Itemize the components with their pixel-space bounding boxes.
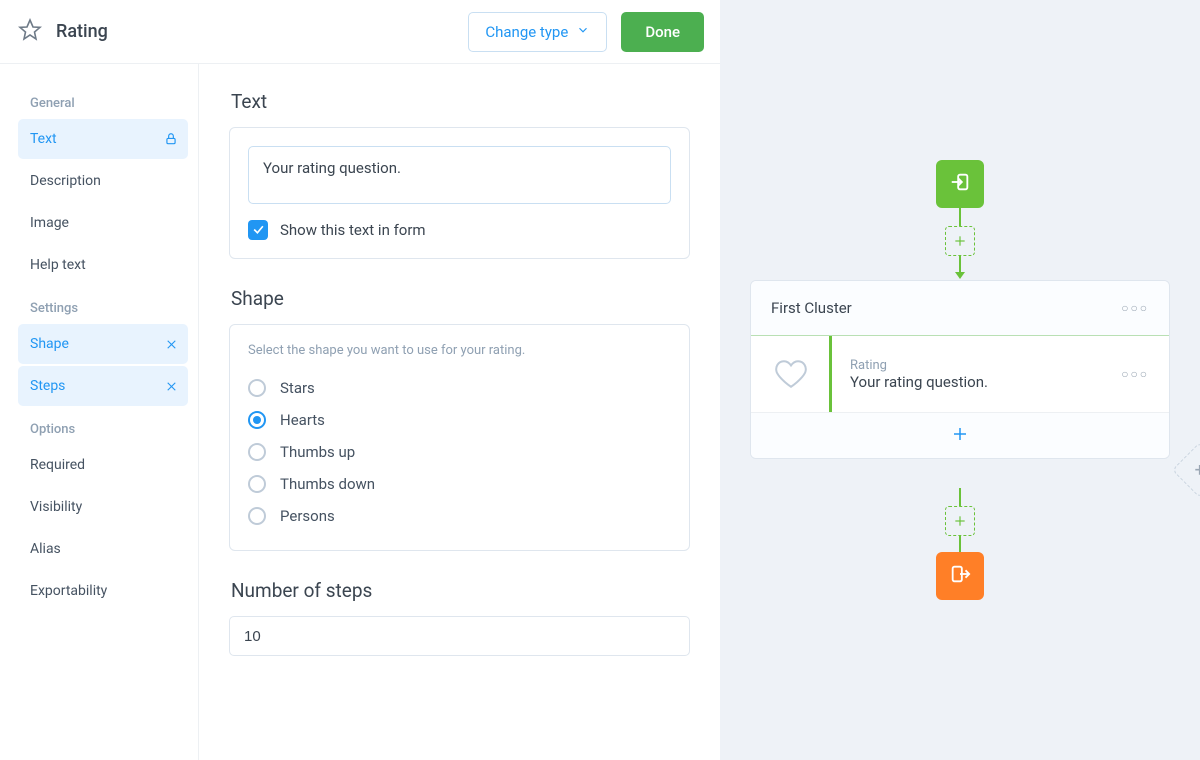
shape-hint: Select the shape you want to use for you… [248, 343, 671, 358]
radio [248, 411, 266, 429]
more-icon[interactable]: ○○○ [1121, 301, 1149, 315]
cluster-title: First Cluster [771, 299, 852, 317]
arrow-down-icon [955, 272, 965, 279]
sidebar-item-image[interactable]: Image [18, 203, 188, 243]
sidebar-item-text[interactable]: Text [18, 119, 188, 159]
change-type-label: Change type [485, 23, 568, 41]
connector-line [959, 256, 961, 272]
section-title-shape: Shape [231, 287, 690, 310]
page-title: Rating [56, 21, 108, 42]
add-branch-right[interactable]: + [1172, 442, 1200, 499]
close-icon[interactable] [165, 380, 178, 393]
heart-icon [771, 354, 811, 394]
more-icon[interactable]: ○○○ [1121, 367, 1149, 381]
sidebar-item-alias[interactable]: Alias [18, 529, 188, 569]
add-node-top[interactable] [945, 226, 975, 256]
connector-line [959, 208, 961, 226]
sidebar-item-description[interactable]: Description [18, 161, 188, 201]
check-icon [252, 221, 265, 240]
shape-option-thumbsdown[interactable]: Thumbs down [248, 468, 671, 500]
add-node-bottom[interactable] [945, 506, 975, 536]
sidebar-item-steps[interactable]: Steps [18, 366, 188, 406]
accent-bar [829, 336, 832, 412]
cluster-field-row[interactable]: Rating Your rating question. ○○○ [751, 336, 1169, 412]
section-title-steps: Number of steps [231, 579, 690, 602]
end-node[interactable] [936, 552, 984, 600]
shape-option-stars[interactable]: Stars [248, 372, 671, 404]
radio [248, 475, 266, 493]
shape-option-thumbsup[interactable]: Thumbs up [248, 436, 671, 468]
exit-icon [949, 563, 971, 589]
field-question-text: Your rating question. [850, 373, 988, 391]
cluster-add-field[interactable] [751, 412, 1169, 458]
show-text-label: Show this text in form [280, 221, 426, 239]
radio [248, 443, 266, 461]
sidebar-item-visibility[interactable]: Visibility [18, 487, 188, 527]
plus-icon [951, 425, 969, 447]
shape-card: Select the shape you want to use for you… [229, 324, 690, 551]
plus-icon: + [1195, 460, 1200, 481]
sidebar: General Text Description Image Help text [0, 64, 199, 760]
section-title-text: Text [231, 90, 690, 113]
connector-line [959, 536, 961, 552]
question-text-input[interactable]: Your rating question. [248, 146, 671, 204]
connector-line [959, 488, 961, 506]
sidebar-item-shape[interactable]: Shape [18, 324, 188, 364]
sidebar-item-required[interactable]: Required [18, 445, 188, 485]
shape-option-hearts[interactable]: Hearts [248, 404, 671, 436]
steps-input[interactable] [229, 616, 690, 656]
sidebar-group-general: General [30, 96, 188, 111]
cluster-card: First Cluster ○○○ Rating Your rating que… [750, 280, 1170, 459]
radio [248, 507, 266, 525]
cluster-header[interactable]: First Cluster ○○○ [751, 281, 1169, 336]
start-node[interactable] [936, 160, 984, 208]
lock-icon [164, 132, 178, 146]
enter-icon [949, 171, 971, 197]
show-text-checkbox[interactable] [248, 220, 268, 240]
chevron-down-icon [576, 23, 590, 41]
close-icon[interactable] [165, 338, 178, 351]
sidebar-item-exportability[interactable]: Exportability [18, 571, 188, 611]
field-type-label: Rating [850, 358, 988, 373]
sidebar-group-settings: Settings [30, 301, 188, 316]
change-type-button[interactable]: Change type [468, 12, 607, 52]
star-icon [18, 18, 42, 46]
preview-canvas: First Cluster ○○○ Rating Your rating que… [720, 0, 1200, 760]
sidebar-group-options: Options [30, 422, 188, 437]
sidebar-item-helptext[interactable]: Help text [18, 245, 188, 285]
text-card: Your rating question. Show this text in … [229, 127, 690, 259]
shape-option-persons[interactable]: Persons [248, 500, 671, 532]
done-button[interactable]: Done [621, 12, 704, 52]
radio [248, 379, 266, 397]
